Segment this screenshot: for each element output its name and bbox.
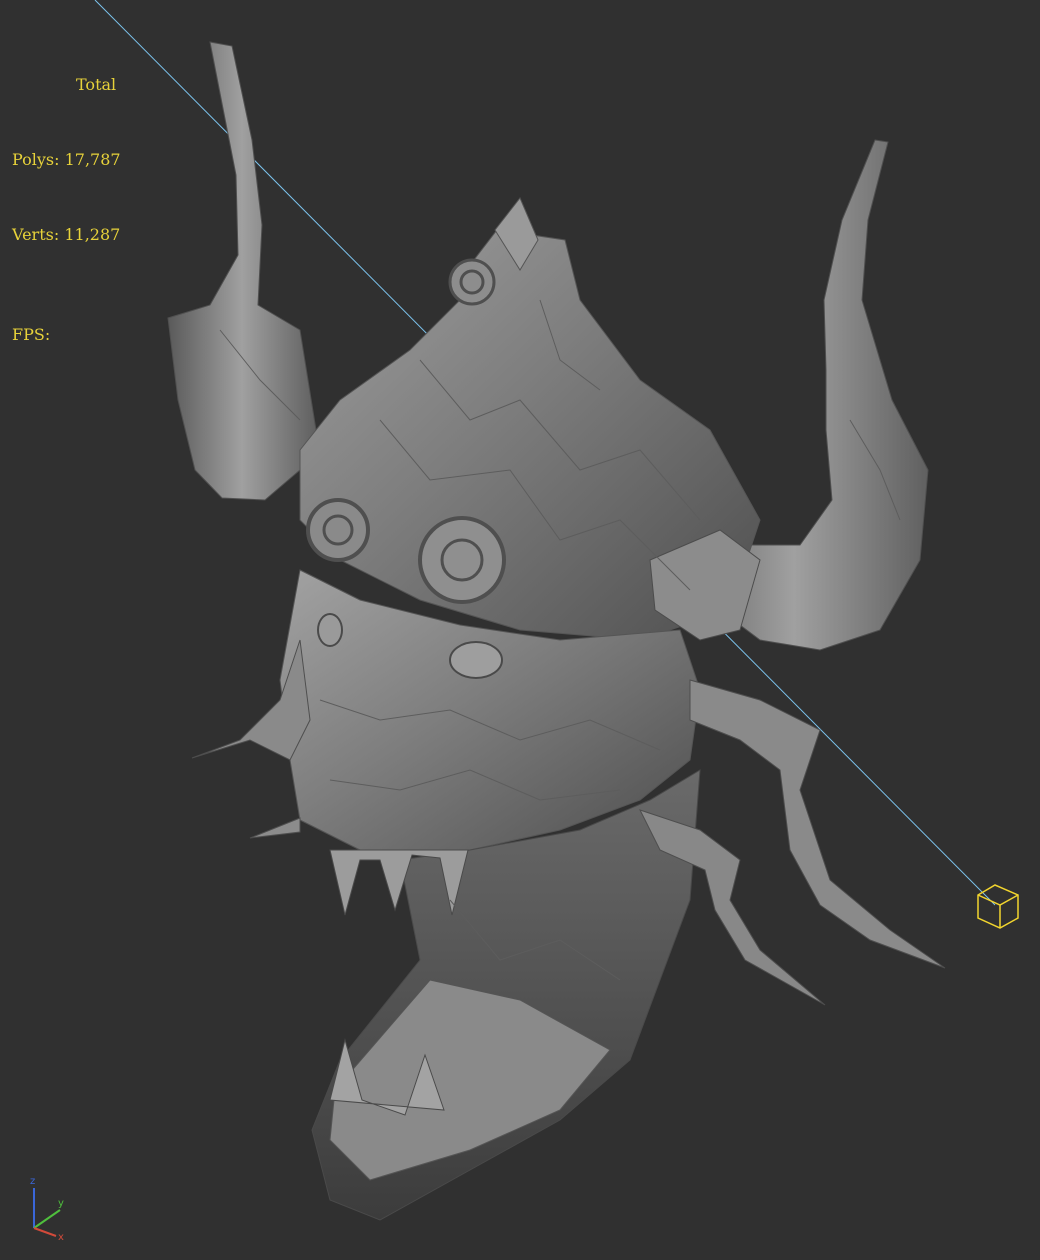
right-eye-spiral — [418, 516, 506, 604]
left-cheek-spike — [249, 817, 301, 839]
3d-viewport[interactable]: Total Polys: 17,787 Verts: 11,287 FPS: z… — [0, 0, 1040, 1260]
x-axis-label: x — [58, 1232, 64, 1243]
demon-helmet-mesh[interactable] — [167, 41, 946, 1221]
left-horn — [167, 41, 317, 501]
x-axis-line — [33, 1227, 57, 1237]
crest-spiral — [448, 258, 496, 306]
y-axis-label: y — [58, 1198, 64, 1209]
axis-gizmo: z y x — [30, 1176, 64, 1243]
left-eye-spiral — [306, 498, 370, 562]
light-object-icon[interactable] — [977, 884, 1019, 929]
left-eye — [317, 613, 343, 647]
y-axis-line — [33, 1209, 61, 1229]
scene-canvas[interactable]: z y x — [0, 0, 1040, 1260]
right-eye — [449, 641, 503, 679]
z-axis-label: z — [30, 1176, 35, 1187]
